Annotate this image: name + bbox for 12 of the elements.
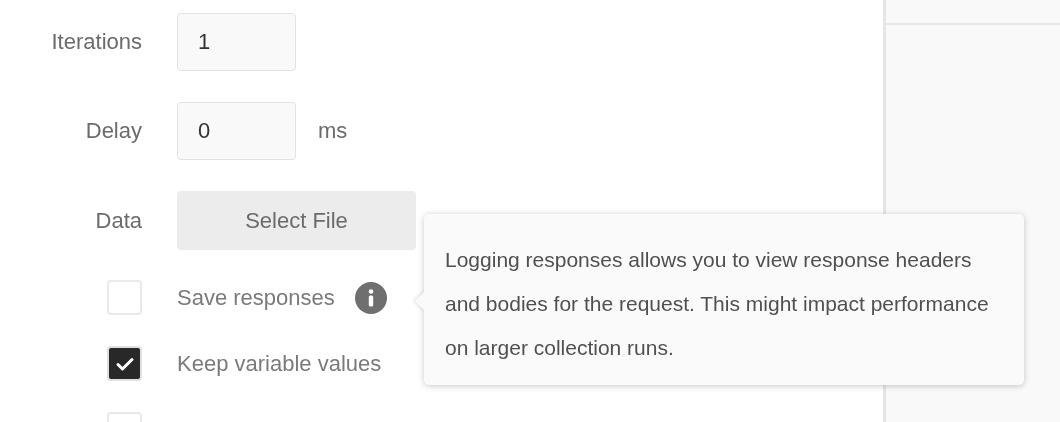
field-label: Data bbox=[94, 207, 142, 234]
field-label: Iterations bbox=[50, 29, 142, 55]
tooltip-text: Logging responses allows you to view response headers and bodies for the request. This might impact performance on larger collection runs. bbox=[445, 247, 990, 361]
unit-label: ms bbox=[318, 118, 348, 144]
field-label: Delay bbox=[84, 118, 142, 144]
checkbox[interactable] bbox=[107, 346, 142, 381]
option-label: Keep variable values bbox=[177, 350, 382, 377]
info-icon[interactable] bbox=[354, 281, 387, 314]
input-field[interactable]: 1 bbox=[177, 13, 296, 71]
input-field[interactable]: 0 bbox=[177, 102, 296, 160]
select-file-button[interactable]: Select File bbox=[177, 191, 416, 250]
option-label: Save responses bbox=[177, 284, 335, 311]
